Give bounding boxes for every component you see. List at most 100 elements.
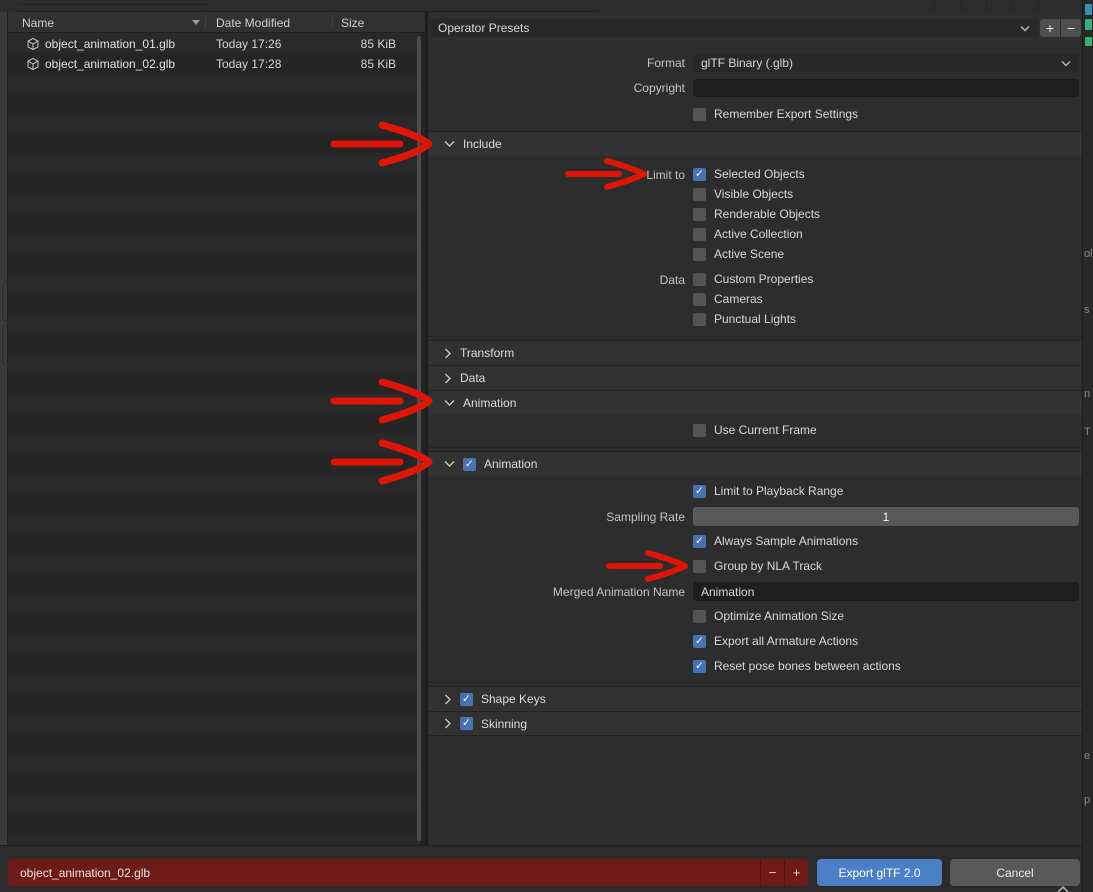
minus-icon: − <box>1067 20 1075 36</box>
renderable-objects-checkbox[interactable] <box>693 208 706 221</box>
always-sample-animations-checkbox[interactable] <box>693 535 706 548</box>
divider <box>934 2 935 10</box>
optimize-animation-size-checkbox[interactable] <box>693 610 706 623</box>
checkbox-row: Punctual Lights <box>693 312 796 326</box>
sampling-rate-slider[interactable]: 1 <box>693 507 1079 526</box>
file-size: 85 KiB <box>330 57 396 71</box>
file-date-modified: Today 17:26 <box>216 37 281 51</box>
checkbox-label: Reset pose bones between actions <box>714 659 901 673</box>
checkbox-label: Custom Properties <box>714 272 813 286</box>
sort-direction-icon[interactable] <box>192 20 200 25</box>
background-left-strip <box>0 12 8 845</box>
mesh-cube-icon <box>26 37 40 51</box>
file-row[interactable]: object_animation_01.glb Today 17:26 85 K… <box>8 34 421 54</box>
checkbox-row: Renderable Objects <box>693 207 820 221</box>
section-header-include[interactable]: Include <box>428 131 1082 156</box>
filename-increment-button[interactable]: + <box>784 859 808 886</box>
clipped-text-fragment: s <box>1084 304 1090 316</box>
section-header-shape-keys[interactable]: Shape Keys <box>428 686 1082 711</box>
filename-value: object_animation_02.glb <box>8 866 760 880</box>
reset-pose-bones-checkbox[interactable] <box>693 660 706 673</box>
export-all-armature-actions-checkbox[interactable] <box>693 635 706 648</box>
chevron-down-icon <box>1061 60 1071 67</box>
armature-icon <box>1085 4 1092 15</box>
export-gltf-button[interactable]: Export glTF 2.0 <box>817 859 942 886</box>
custom-properties-checkbox[interactable] <box>693 273 706 286</box>
divider <box>428 447 1082 448</box>
column-header-size[interactable]: Size <box>341 16 364 30</box>
punctual-lights-checkbox[interactable] <box>693 313 706 326</box>
use-current-frame-checkbox[interactable] <box>693 424 706 437</box>
plus-icon: + <box>793 865 801 880</box>
checkbox-label: Export all Armature Actions <box>714 634 858 648</box>
checkbox-label: Selected Objects <box>714 167 805 181</box>
filename-decrement-button[interactable]: − <box>760 859 784 886</box>
chevron-up-icon[interactable] <box>1056 885 1070 892</box>
active-collection-checkbox[interactable] <box>693 228 706 241</box>
checkbox-row: Custom Properties <box>693 272 813 286</box>
checkbox-label: Use Current Frame <box>714 423 817 437</box>
divider <box>986 2 987 10</box>
clipped-text-fragment: T <box>1084 426 1091 438</box>
armature-icon <box>1085 19 1092 30</box>
column-header-name[interactable]: Name <box>22 16 54 30</box>
file-size: 85 KiB <box>330 37 396 51</box>
add-preset-button[interactable]: + <box>1040 19 1060 37</box>
cancel-button[interactable]: Cancel <box>950 859 1080 886</box>
checkbox-label: Punctual Lights <box>714 312 796 326</box>
export-button-label: Export glTF 2.0 <box>838 866 920 880</box>
cancel-button-label: Cancel <box>996 866 1033 880</box>
file-list-header: Name Date Modified Size <box>8 12 425 33</box>
operator-presets-dropdown[interactable]: Operator Presets <box>430 19 1038 37</box>
column-divider[interactable] <box>332 15 333 29</box>
cameras-checkbox[interactable] <box>693 293 706 306</box>
chevron-down-icon <box>444 140 455 148</box>
remove-preset-button[interactable]: − <box>1061 19 1081 37</box>
section-header-data[interactable]: Data <box>428 365 1082 390</box>
animation-enabled-checkbox[interactable] <box>463 458 476 471</box>
section-header-animation-sub[interactable]: Animation <box>428 451 1082 476</box>
file-list-scrollbar[interactable] <box>417 36 421 841</box>
column-header-date-modified[interactable]: Date Modified <box>216 16 290 30</box>
clipped-text-fragment: n <box>1084 388 1090 400</box>
section-header-animation[interactable]: Animation <box>428 390 1082 415</box>
section-title: Skinning <box>481 717 527 731</box>
checkbox-label: Cameras <box>714 292 763 306</box>
remember-export-settings-label: Remember Export Settings <box>714 107 858 121</box>
chevron-right-icon <box>444 373 452 384</box>
checkbox-row: Visible Objects <box>693 187 793 201</box>
sampling-rate-value: 1 <box>883 510 890 524</box>
format-dropdown[interactable]: glTF Binary (.glb) <box>693 54 1079 72</box>
limit-playback-range-checkbox[interactable] <box>693 485 706 498</box>
checkbox-label: Active Collection <box>714 227 803 241</box>
checkbox-row: Limit to Playback Range <box>693 484 843 498</box>
copyright-label: Copyright <box>428 81 685 95</box>
merged-animation-name-label: Merged Animation Name <box>428 585 685 599</box>
clipped-text-fragment: ol <box>1084 248 1093 260</box>
mesh-cube-icon <box>26 57 40 71</box>
shape-keys-checkbox[interactable] <box>460 693 473 706</box>
group-by-nla-track-checkbox[interactable] <box>693 560 706 573</box>
skinning-checkbox[interactable] <box>460 717 473 730</box>
chevron-right-icon <box>444 694 452 705</box>
merged-animation-name-input[interactable]: Animation <box>693 582 1079 601</box>
file-row[interactable]: object_animation_02.glb Today 17:28 85 K… <box>8 54 421 74</box>
chevron-down-icon <box>444 399 455 407</box>
file-name: object_animation_02.glb <box>45 57 175 71</box>
section-header-transform[interactable]: Transform <box>428 340 1082 365</box>
remember-export-settings-checkbox[interactable] <box>693 108 706 121</box>
column-divider[interactable] <box>205 15 206 29</box>
active-scene-checkbox[interactable] <box>693 248 706 261</box>
visible-objects-checkbox[interactable] <box>693 188 706 201</box>
checkbox-label: Always Sample Animations <box>714 534 858 548</box>
checkbox-row: Use Current Frame <box>693 423 817 437</box>
section-title: Animation <box>463 396 516 410</box>
filename-input[interactable]: object_animation_02.glb − + <box>8 859 808 886</box>
section-title: Shape Keys <box>481 692 546 706</box>
selected-objects-checkbox[interactable] <box>693 168 706 181</box>
file-name: object_animation_01.glb <box>45 37 175 51</box>
file-list-body[interactable] <box>8 33 421 845</box>
section-header-skinning[interactable]: Skinning <box>428 711 1082 736</box>
copyright-input[interactable] <box>693 79 1079 97</box>
section-title: Transform <box>460 346 514 360</box>
